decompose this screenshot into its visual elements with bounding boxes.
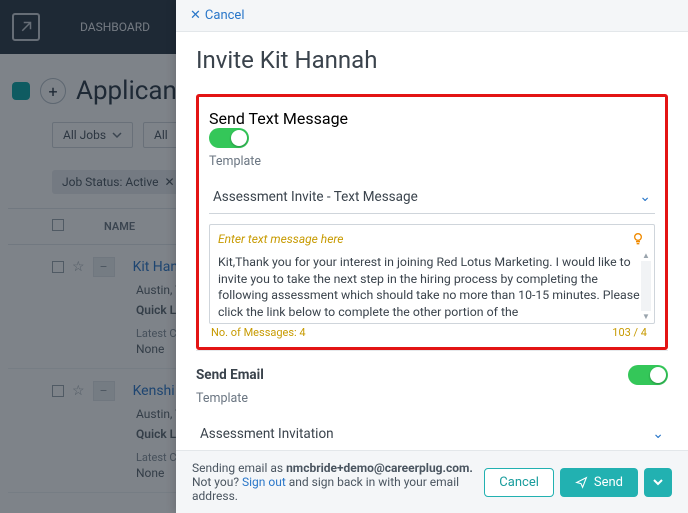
sms-template-label: Template — [209, 154, 655, 169]
chevron-down-icon: ⌄ — [652, 426, 664, 442]
email-template-select[interactable]: Assessment Invitation ⌄ — [196, 416, 668, 450]
chevron-down-icon: ⌄ — [639, 189, 651, 205]
sign-out-link[interactable]: Sign out — [242, 475, 286, 489]
sms-char-count: 103 / 4 — [612, 326, 647, 339]
sms-textarea[interactable] — [210, 249, 654, 319]
send-dropdown-button[interactable] — [644, 468, 672, 497]
cancel-link[interactable]: ✕ Cancel — [190, 8, 674, 23]
textarea-scrollbar[interactable]: ▲▼ — [640, 251, 652, 321]
invite-panel: ✕ Cancel Invite Kit Hannah Send Text Mes… — [176, 0, 688, 513]
sms-toggle[interactable] — [209, 128, 249, 148]
sms-template-select[interactable]: Assessment Invite - Text Message ⌄ — [209, 179, 655, 214]
footer-identity: Sending email as nmcbride+demo@careerplu… — [192, 461, 474, 503]
sms-section-highlight: Send Text Message Template Assessment In… — [196, 94, 668, 350]
chevron-down-icon — [653, 477, 663, 487]
cancel-button[interactable]: Cancel — [484, 468, 554, 497]
lightbulb-icon[interactable] — [630, 231, 646, 247]
sms-placeholder-label: Enter text message here — [218, 232, 343, 246]
email-template-label: Template — [196, 391, 668, 406]
email-toggle[interactable] — [628, 365, 668, 385]
send-button[interactable]: Send — [560, 468, 638, 497]
close-icon: ✕ — [190, 8, 201, 23]
sms-message-count: No. of Messages: 4 — [211, 326, 306, 339]
email-heading: Send Email — [196, 367, 264, 383]
panel-title: Invite Kit Hannah — [196, 46, 668, 74]
send-icon — [575, 476, 588, 489]
sms-heading: Send Text Message — [209, 109, 655, 128]
